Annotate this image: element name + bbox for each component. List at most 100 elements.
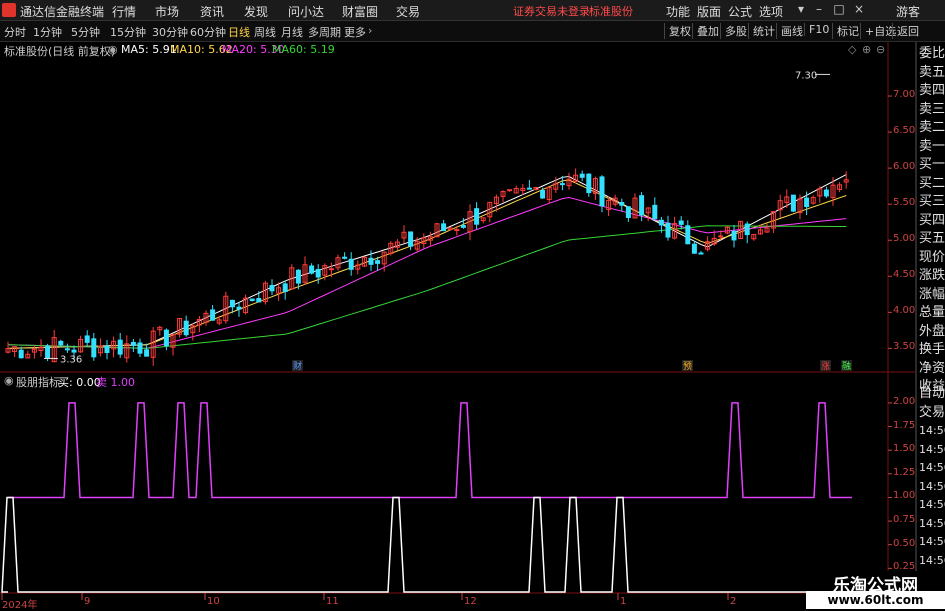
candle-body (368, 257, 374, 265)
candle-body (256, 298, 262, 303)
candle-body (210, 309, 216, 321)
candle-body (454, 229, 460, 232)
event-marker-label: 财 (293, 360, 302, 372)
sidebar-time-label: 14:56 (919, 479, 945, 493)
time-tick-label: 10 (207, 596, 220, 607)
watermark-title: 乐淘公式网 (806, 571, 945, 596)
candle-body (718, 235, 724, 238)
sidebar-field-label: 卖二 (919, 120, 945, 135)
candle-body (249, 298, 255, 302)
event-marker-label: 融 (842, 361, 851, 372)
sidebar-field-label: 涨幅 (919, 286, 945, 302)
candle-body (559, 183, 565, 186)
candle-body (698, 252, 704, 255)
candle-body (45, 345, 51, 359)
moving-average-lines (7, 174, 847, 349)
indicator-tick-label: 2.00 (893, 395, 916, 407)
ma-line-ma60 (7, 225, 847, 349)
indicator-tick-label: 1.00 (893, 490, 916, 502)
price-tick-label: 7.00 (893, 89, 916, 101)
candle-body (408, 231, 414, 247)
sidebar-field-label: 买五 (919, 231, 945, 246)
sidebar-field-label: 卖四 (919, 83, 945, 98)
sidebar-time-label: 14:56 (919, 424, 945, 437)
candle-body (64, 348, 70, 351)
candle-body (315, 268, 321, 278)
time-tick-label: 2 (730, 596, 737, 607)
sidebar-time-label: 14:56 (919, 535, 945, 548)
candle-body (474, 208, 480, 225)
candle-body (117, 339, 123, 355)
candle-body (526, 187, 532, 190)
ma-line-ma10 (7, 179, 847, 349)
indicator-tick-label: 1.50 (893, 443, 916, 455)
candle-body (540, 190, 546, 199)
time-tick-label: 1 (620, 596, 627, 607)
price-tick-label: 4.00 (893, 305, 916, 317)
candle-body (236, 306, 242, 310)
chart-canvas[interactable]: 7.30 3.36 财 预 涨 融 (0, 0, 945, 609)
candle-body (678, 220, 684, 225)
sidebar-field-label: 买二 (919, 175, 945, 191)
candle-body (91, 338, 97, 358)
sidebar-field-label: 卖一 (919, 138, 945, 154)
candle-body (658, 219, 664, 226)
candle-body (104, 345, 110, 354)
candle-body (823, 189, 829, 197)
sidebar-time-label: 自动 (919, 386, 945, 401)
candle-body (625, 206, 631, 218)
candle-body (58, 340, 64, 346)
sidebar-time-label: 14:56 (919, 553, 945, 567)
event-marker-label: 涨 (821, 361, 830, 372)
indicator-lines (1, 402, 852, 593)
chart-annotations: 7.30 3.36 财 预 涨 融 (44, 70, 852, 372)
time-tick-label: 11 (326, 596, 339, 607)
sidebar-time-label: 14:56 (919, 498, 945, 511)
indicator-settings-icon[interactable]: ◉ (4, 374, 14, 387)
sidebar-field-label: 现价 (919, 249, 945, 265)
sidebar-field-label: 买三 (919, 194, 945, 209)
price-tick-label: 4.50 (893, 269, 916, 281)
sidebar-field-label: 总量 (919, 305, 945, 320)
candle-body (282, 283, 288, 293)
candle-body (342, 256, 348, 259)
event-marker-label: 预 (683, 361, 692, 372)
candle-body (685, 225, 691, 245)
sidebar-field-label: 买四 (919, 212, 945, 228)
candle-body (731, 230, 737, 241)
high-price-label: 7.30 (795, 70, 817, 81)
low-price-label: 3.36 (60, 354, 82, 365)
candle-body (84, 335, 90, 343)
candle-body (507, 189, 513, 192)
indicator-tick-label: 1.25 (893, 466, 916, 478)
candle-body (348, 258, 354, 270)
indicator-name: 股朋指标 (16, 376, 60, 389)
candle-body (328, 268, 334, 271)
sidebar-field-label: 涨跌 (919, 268, 945, 283)
candle-body (804, 197, 810, 208)
chart-grid (0, 42, 917, 609)
sidebar-field-label: 卖三 (919, 101, 945, 117)
sidebar-time-label: 14:56 (919, 461, 945, 474)
candle-body (441, 223, 447, 232)
price-tick-label: 6.00 (893, 161, 916, 173)
candlesticks (5, 168, 849, 366)
candle-body (18, 349, 24, 359)
candle-body (665, 222, 671, 238)
sidebar-time-label: 14:56 (919, 442, 945, 456)
sidebar-time-label: 14:56 (919, 516, 945, 530)
sidebar-field-label: 外盘 (919, 323, 945, 339)
indicator-tick-label: 0.50 (893, 537, 916, 549)
candle-body (130, 341, 136, 346)
candle-body (269, 285, 275, 292)
sidebar-field-label: 委比 (919, 46, 945, 61)
price-tick-label: 5.50 (893, 197, 916, 209)
sidebar-field-label: 换手 (919, 342, 945, 357)
candle-body (460, 225, 466, 228)
buy-line (1, 496, 852, 593)
sidebar-field-label: 卖五 (919, 64, 945, 80)
indicator-buy-value: 买: 0.00 (58, 376, 101, 389)
price-tick-label: 6.50 (893, 125, 916, 137)
candle-body (579, 173, 585, 178)
sidebar-field-label: 买一 (919, 157, 945, 172)
